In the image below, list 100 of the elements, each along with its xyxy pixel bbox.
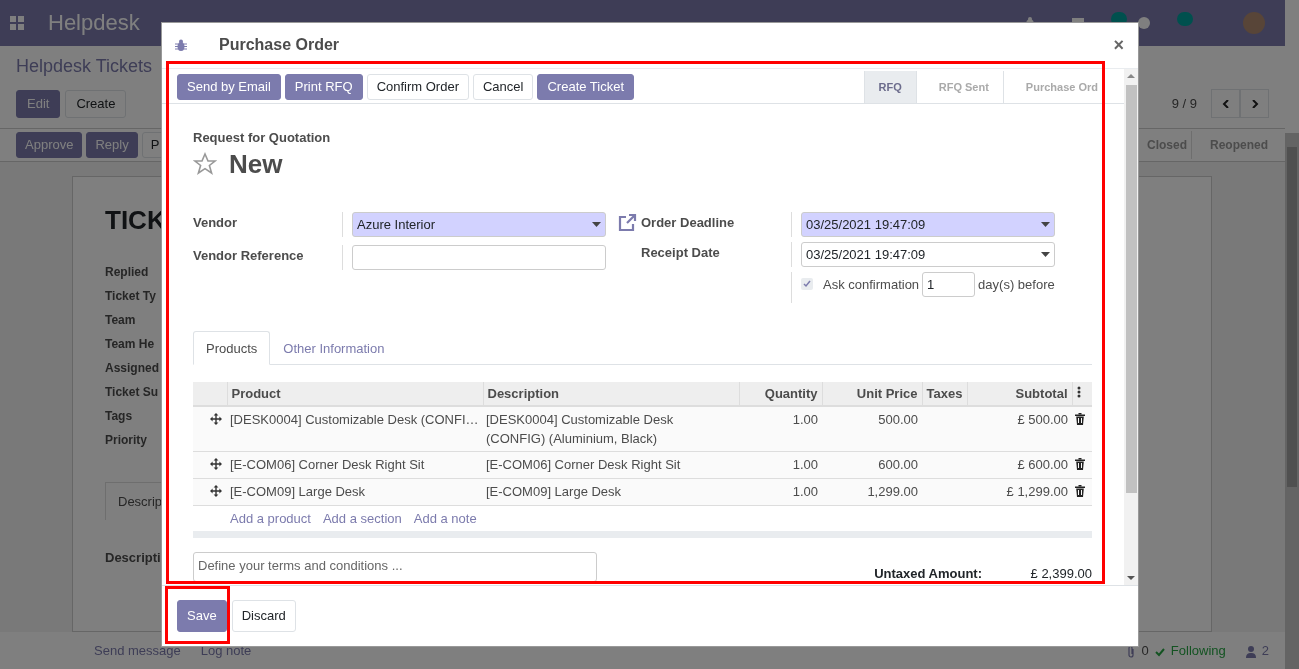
document-name: New: [229, 148, 283, 180]
dialog-title: Purchase Order: [219, 36, 340, 55]
action-button[interactable]: Create Ticket: [537, 73, 635, 100]
check-icon: [1154, 646, 1165, 658]
action-button[interactable]: Cancel: [473, 73, 534, 100]
delete-icon[interactable]: [1075, 457, 1085, 470]
column-header[interactable]: Taxes: [922, 381, 967, 406]
field-label: Tags: [105, 408, 133, 425]
document-type: Request for Quotation: [193, 129, 332, 145]
table-cell-text: [E-COM09] Large Desk: [486, 482, 623, 501]
table-cell: 600.00: [822, 451, 922, 479]
table-cell: £ 600.00: [967, 451, 1072, 479]
days-suffix: day(s) before: [978, 276, 1055, 292]
pager-counter: 9 / 9: [1171, 96, 1197, 111]
table-cell: 1,299.00: [822, 478, 922, 506]
dialog-scrollbar[interactable]: [1124, 68, 1138, 585]
field-label: Priority: [105, 432, 147, 449]
field-label: Team: [105, 312, 136, 329]
external-link-icon[interactable]: [617, 212, 637, 233]
total-label: Untaxed Amount:: [874, 565, 982, 581]
table-cell: 1.00: [739, 451, 822, 479]
table-cell: [DESK0004] Customizable Desk (CONFI…: [227, 405, 483, 452]
footer-button[interactable]: Save: [177, 600, 227, 632]
bug-icon: [174, 38, 188, 53]
column-header[interactable]: Unit Price: [822, 381, 922, 406]
following-button[interactable]: Following: [1170, 643, 1226, 658]
days-field[interactable]: 1: [922, 271, 976, 297]
table-cell: [E-COM06] Corner Desk Right Sit: [227, 451, 483, 479]
checkbox[interactable]: [801, 278, 813, 291]
next-button[interactable]: [1240, 89, 1269, 118]
action-button[interactable]: Reply: [86, 132, 138, 158]
delete-icon[interactable]: [1075, 412, 1085, 425]
table-cell-text: [DESK0004] Customizable Desk (CONFIG) (Aluminium, Black): [486, 410, 675, 448]
input-field[interactable]: [352, 244, 606, 270]
status-step[interactable]: RFQ: [863, 70, 916, 103]
app-name[interactable]: Helpdesk: [48, 10, 140, 36]
field-label: Descripti: [105, 550, 161, 565]
column-header[interactable]: Product: [227, 381, 483, 406]
apps-grid-icon[interactable]: [10, 16, 24, 30]
table-cell: 1.00: [739, 478, 822, 506]
select-field[interactable]: Azure Interior: [352, 211, 606, 237]
notification-badge: [1177, 12, 1193, 26]
field-label: Assigned: [105, 360, 159, 377]
field-label: Replied: [105, 264, 149, 281]
tab[interactable]: Products: [193, 330, 271, 365]
field-label: Ticket Su: [105, 384, 159, 401]
chevron-left-icon: [1221, 99, 1230, 108]
previous-button[interactable]: [1211, 89, 1240, 118]
caret-icon: [1041, 251, 1050, 257]
action-button[interactable]: Send by Email: [177, 73, 281, 100]
checkbox-label: Ask confirmation: [823, 276, 920, 292]
star-icon[interactable]: [193, 152, 217, 177]
action-button[interactable]: Approve: [16, 132, 83, 158]
action-button[interactable]: Edit: [16, 89, 61, 118]
field-label: Ticket Ty: [105, 288, 156, 305]
action-button[interactable]: Create: [65, 89, 127, 118]
action-button[interactable]: Confirm Order: [366, 73, 469, 100]
footer-button[interactable]: Discard: [231, 600, 296, 632]
chevron-right-icon: [1250, 99, 1259, 108]
select-field[interactable]: 03/25/2021 19:47:09: [801, 241, 1055, 267]
add-line-link[interactable]: Add a note: [413, 510, 477, 526]
select-field[interactable]: 03/25/2021 19:47:09: [801, 211, 1055, 237]
ticket-title: TICK: [105, 205, 166, 236]
table-cell: 500.00: [822, 405, 922, 452]
drag-handle-icon[interactable]: [210, 457, 222, 470]
field-label: Vendor: [193, 211, 343, 237]
log-note-link[interactable]: Log note: [200, 643, 252, 658]
check-icon: [803, 280, 811, 289]
scroll-down-icon[interactable]: [1127, 574, 1135, 582]
close-button[interactable]: ×: [1111, 34, 1126, 56]
column-header[interactable]: Quantity: [739, 381, 822, 406]
attachment-count[interactable]: 0: [1141, 643, 1149, 658]
table-cell: £ 1,299.00: [967, 478, 1072, 506]
kebab-menu-icon[interactable]: [1076, 385, 1081, 398]
action-button[interactable]: Print RFQ: [284, 73, 363, 100]
status-step[interactable]: RFQ Sent: [915, 70, 1003, 103]
delete-icon[interactable]: [1075, 484, 1085, 497]
scroll-up-icon[interactable]: [1127, 71, 1135, 80]
follower-count[interactable]: 2: [1261, 643, 1269, 658]
send-message-link[interactable]: Send message: [94, 643, 181, 658]
caret-icon: [1041, 221, 1050, 227]
user-icon[interactable]: [1245, 646, 1256, 658]
add-line-link[interactable]: Add a product: [230, 510, 311, 526]
field-label: Receipt Date: [641, 241, 792, 267]
table-cell: [E-COM09] Large Desk: [227, 478, 483, 506]
field-label: Order Deadline: [641, 211, 792, 237]
table-cell: 1.00: [739, 405, 822, 452]
caret-icon: [592, 221, 601, 227]
column-header[interactable]: Subtotal: [967, 381, 1072, 406]
page-scrollbar[interactable]: [1285, 133, 1299, 669]
field-label: Team He: [105, 336, 155, 353]
column-header[interactable]: Description: [483, 381, 739, 406]
table-cell: £ 500.00: [967, 405, 1072, 452]
total-value: £ 2,399.00: [1029, 565, 1092, 581]
paperclip-icon[interactable]: [1125, 646, 1136, 658]
field-label: Vendor Reference: [193, 244, 343, 270]
drag-handle-icon[interactable]: [210, 484, 222, 497]
drag-handle-icon[interactable]: [210, 412, 222, 425]
tab[interactable]: Other Information: [270, 330, 398, 365]
add-line-link[interactable]: Add a section: [322, 510, 402, 526]
